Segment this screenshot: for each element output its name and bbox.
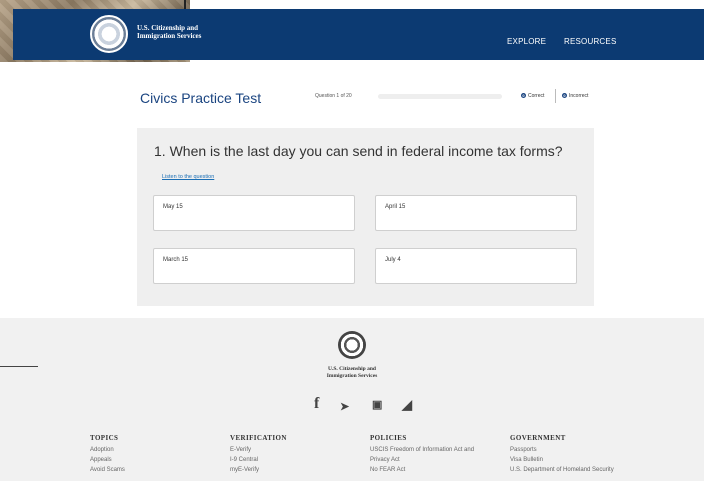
footer-link[interactable]: Adoption (90, 445, 230, 455)
site-header: U.S. Citizenship and Immigration Service… (13, 9, 704, 60)
facebook-icon[interactable]: f (314, 395, 319, 413)
column-title: GOVERNMENT (510, 434, 566, 442)
nav-explore[interactable]: EXPLORE (507, 37, 546, 46)
column-title: VERIFICATION (230, 434, 287, 442)
score-divider (555, 89, 556, 103)
answer-option-4[interactable]: July 4 (375, 248, 577, 284)
site-brand[interactable]: U.S. Citizenship and Immigration Service… (137, 24, 201, 40)
rss-icon[interactable]: ◢ (402, 397, 412, 413)
footer-link[interactable]: Passports (510, 445, 650, 455)
answer-option-2[interactable]: April 15 (375, 195, 577, 231)
answer-label: May 15 (163, 204, 183, 210)
footer-link[interactable]: Avoid Scams (90, 465, 230, 475)
answer-label: July 4 (385, 257, 401, 263)
progress-bar (378, 94, 502, 99)
divider (0, 366, 38, 367)
answer-option-1[interactable]: May 15 (153, 195, 355, 231)
footer-column-policies: POLICIES USCIS Freedom of Information Ac… (370, 434, 510, 475)
footer-seal-logo[interactable] (338, 331, 366, 359)
question-panel: 1. When is the last day you can send in … (137, 128, 594, 306)
twitter-icon[interactable]: ➤ (340, 400, 349, 413)
incorrect-label: Incorrect (569, 93, 589, 99)
answer-label: April 15 (385, 204, 406, 210)
footer-link[interactable]: Appeals (90, 455, 230, 465)
dhs-seal-logo[interactable] (90, 15, 128, 53)
nav-resources[interactable]: RESOURCES (564, 37, 616, 46)
footer-link[interactable]: Privacy Act (370, 455, 510, 465)
answer-option-3[interactable]: March 15 (153, 248, 355, 284)
footer-link[interactable]: USCIS Freedom of Information Act and (370, 445, 510, 455)
brand-line: U.S. Citizenship and (328, 366, 376, 372)
answer-label: March 15 (163, 257, 189, 263)
footer-brand: U.S. Citizenship and Immigration Service… (300, 366, 404, 380)
correct-label: Correct (528, 93, 545, 99)
footer-link[interactable]: U.S. Department of Homeland Security (510, 465, 650, 475)
footer-link[interactable]: I-9 Central (230, 455, 370, 465)
footer-link[interactable]: Visa Bulletin (510, 455, 650, 465)
brand-line: Immigration Services (137, 32, 202, 40)
footer-column-government: GOVERNMENT Passports Visa Bulletin U.S. … (510, 434, 650, 475)
incorrect-score: 0 Incorrect (562, 93, 588, 99)
incorrect-count: 0 (562, 93, 567, 99)
question-text: 1. When is the last day you can send in … (154, 143, 563, 159)
footer-link[interactable]: No FEAR Act (370, 465, 510, 475)
question-counter: Question 1 of 20 (315, 93, 352, 99)
divider (184, 0, 186, 9)
brand-line: Immigration Services (326, 373, 378, 379)
footer-link[interactable]: myE-Verify (230, 465, 370, 475)
footer-column-topics: TOPICS Adoption Appeals Avoid Scams (90, 434, 230, 475)
correct-count: 0 (521, 93, 526, 99)
footer-column-verification: VERIFICATION E-Verify I-9 Central myE-Ve… (230, 434, 370, 475)
listen-link[interactable]: Listen to the question (162, 174, 214, 180)
correct-score: 0 Correct (521, 93, 544, 99)
youtube-icon[interactable]: ▣ (372, 398, 382, 411)
brand-line: U.S. Citizenship and (137, 24, 199, 32)
column-title: POLICIES (370, 434, 407, 442)
page-title: Civics Practice Test (140, 90, 262, 106)
column-title: TOPICS (90, 434, 119, 442)
footer-link[interactable]: E-Verify (230, 445, 370, 455)
